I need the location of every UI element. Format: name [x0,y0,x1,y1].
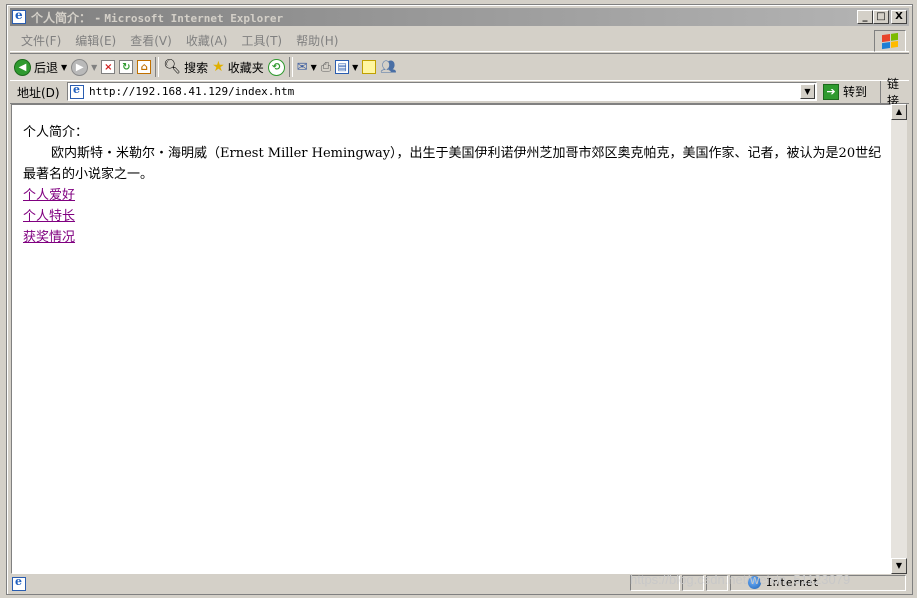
scroll-up-button[interactable]: ▲ [891,104,907,120]
ie-window: 个人简介： - Microsoft Internet Explorer _ □ … [6,4,913,595]
windows-logo-icon [874,30,906,52]
go-label: 转到 [843,85,868,99]
close-button[interactable]: X [891,10,907,24]
scroll-down-button[interactable]: ▼ [891,558,907,574]
link-awards[interactable]: 获奖情况 [23,227,885,248]
page-status-icon [12,575,26,591]
back-dropdown-icon[interactable]: ▼ [61,63,67,72]
address-bar: 地址(D) http://192.168.41.129/index.htm ▼ … [10,77,909,108]
address-url[interactable]: http://192.168.41.129/index.htm [89,85,294,98]
address-dropdown-button[interactable]: ▼ [800,84,815,99]
menu-edit[interactable]: 编辑(E) [68,32,123,49]
search-button[interactable]: 🔍︎ 搜索 [163,56,208,78]
go-arrow-icon: ➔ [823,83,839,100]
menu-tools[interactable]: 工具(T) [234,32,289,49]
back-button[interactable]: ◀ 后退 ▼ [14,56,67,78]
go-button[interactable]: ➔ 转到 [823,83,867,100]
menu-favorites[interactable]: 收藏(A) [179,32,235,49]
stop-icon: × [101,60,116,74]
refresh-icon: ↻ [119,60,134,74]
edit-page-icon: ▤ [335,60,350,74]
search-label: 搜索 [184,60,209,75]
menu-view[interactable]: 查看(V) [123,32,179,49]
page-document: 个人简介： 欧内斯特・米勒尔・海明威（Ernest Miller Hemingw… [23,122,885,248]
page-icon [70,83,84,99]
edit-button[interactable]: ▤ ▼ [335,56,358,78]
mail-icon: ✉ [296,59,308,75]
discuss-button[interactable] [362,56,377,78]
print-button[interactable]: ⎙ [321,56,331,78]
address-input[interactable]: http://192.168.41.129/index.htm ▼ [67,82,817,101]
menu-help[interactable]: 帮助(H) [289,32,345,49]
forward-arrow-icon: ▶ [71,58,89,76]
home-button[interactable]: ⌂ [137,56,152,78]
page-viewport[interactable]: 个人简介： 欧内斯特・米勒尔・海明威（Ernest Miller Hemingw… [11,104,891,574]
history-button[interactable]: ⟲ [267,56,285,78]
menu-bar: 文件(F) 编辑(E) 查看(V) 收藏(A) 工具(T) 帮助(H) [10,29,909,52]
messenger-button[interactable]: 👥︎ [380,56,397,78]
refresh-button[interactable]: ↻ [119,56,134,78]
search-icon: 🔍︎ [163,59,182,75]
home-icon: ⌂ [137,60,152,74]
back-arrow-icon: ◀ [14,58,31,76]
minimize-button[interactable]: _ [857,10,873,24]
standard-toolbar: ◀ 后退 ▼ ▶ ▼ × ↻ ⌂ 🔍︎ 搜索 ★ 收藏夹 ⟲ ✉ ▼ ⎙ ▤ ▼… [10,53,909,81]
window-title: 个人简介： - Microsoft Internet Explorer [31,10,284,25]
watermark-text: https://blog.csdn.net/weixin_51123079 [630,572,851,587]
star-icon: ★ [212,59,225,75]
ie-logo-icon [12,8,26,24]
messenger-icon: 👥︎ [380,59,397,75]
title-bar[interactable]: 个人简介： - Microsoft Internet Explorer _ □ … [10,8,909,26]
links-button[interactable]: 链接 [880,77,909,108]
edit-dropdown-icon[interactable]: ▼ [352,63,358,72]
favorites-label: 收藏夹 [227,60,264,75]
menu-file[interactable]: 文件(F) [14,32,68,49]
mail-button[interactable]: ✉ ▼ [297,56,317,78]
address-label: 地址(D) [17,85,60,100]
vertical-scrollbar[interactable]: ▲ ▼ [891,104,907,574]
favorites-button[interactable]: ★ 收藏夹 [212,56,264,78]
history-icon: ⟲ [267,58,285,76]
mail-dropdown-icon[interactable]: ▼ [311,63,317,72]
back-label: 后退 [34,60,59,75]
printer-icon: ⎙ [320,59,332,75]
link-skills[interactable]: 个人特长 [23,206,885,227]
window-controls: _ □ X [857,10,907,24]
toolbar-separator [155,57,160,77]
bio-paragraph: 欧内斯特・米勒尔・海明威（Ernest Miller Hemingway），出生… [23,146,882,182]
stop-button[interactable]: × [101,56,116,78]
forward-button[interactable]: ▶ ▼ [71,56,97,78]
maximize-button[interactable]: □ [873,10,889,24]
page-heading: 个人简介： [23,125,89,140]
note-icon [362,60,377,74]
link-hobbies[interactable]: 个人爱好 [23,185,885,206]
forward-dropdown-icon[interactable]: ▼ [91,63,97,72]
toolbar-separator-2 [288,57,293,77]
